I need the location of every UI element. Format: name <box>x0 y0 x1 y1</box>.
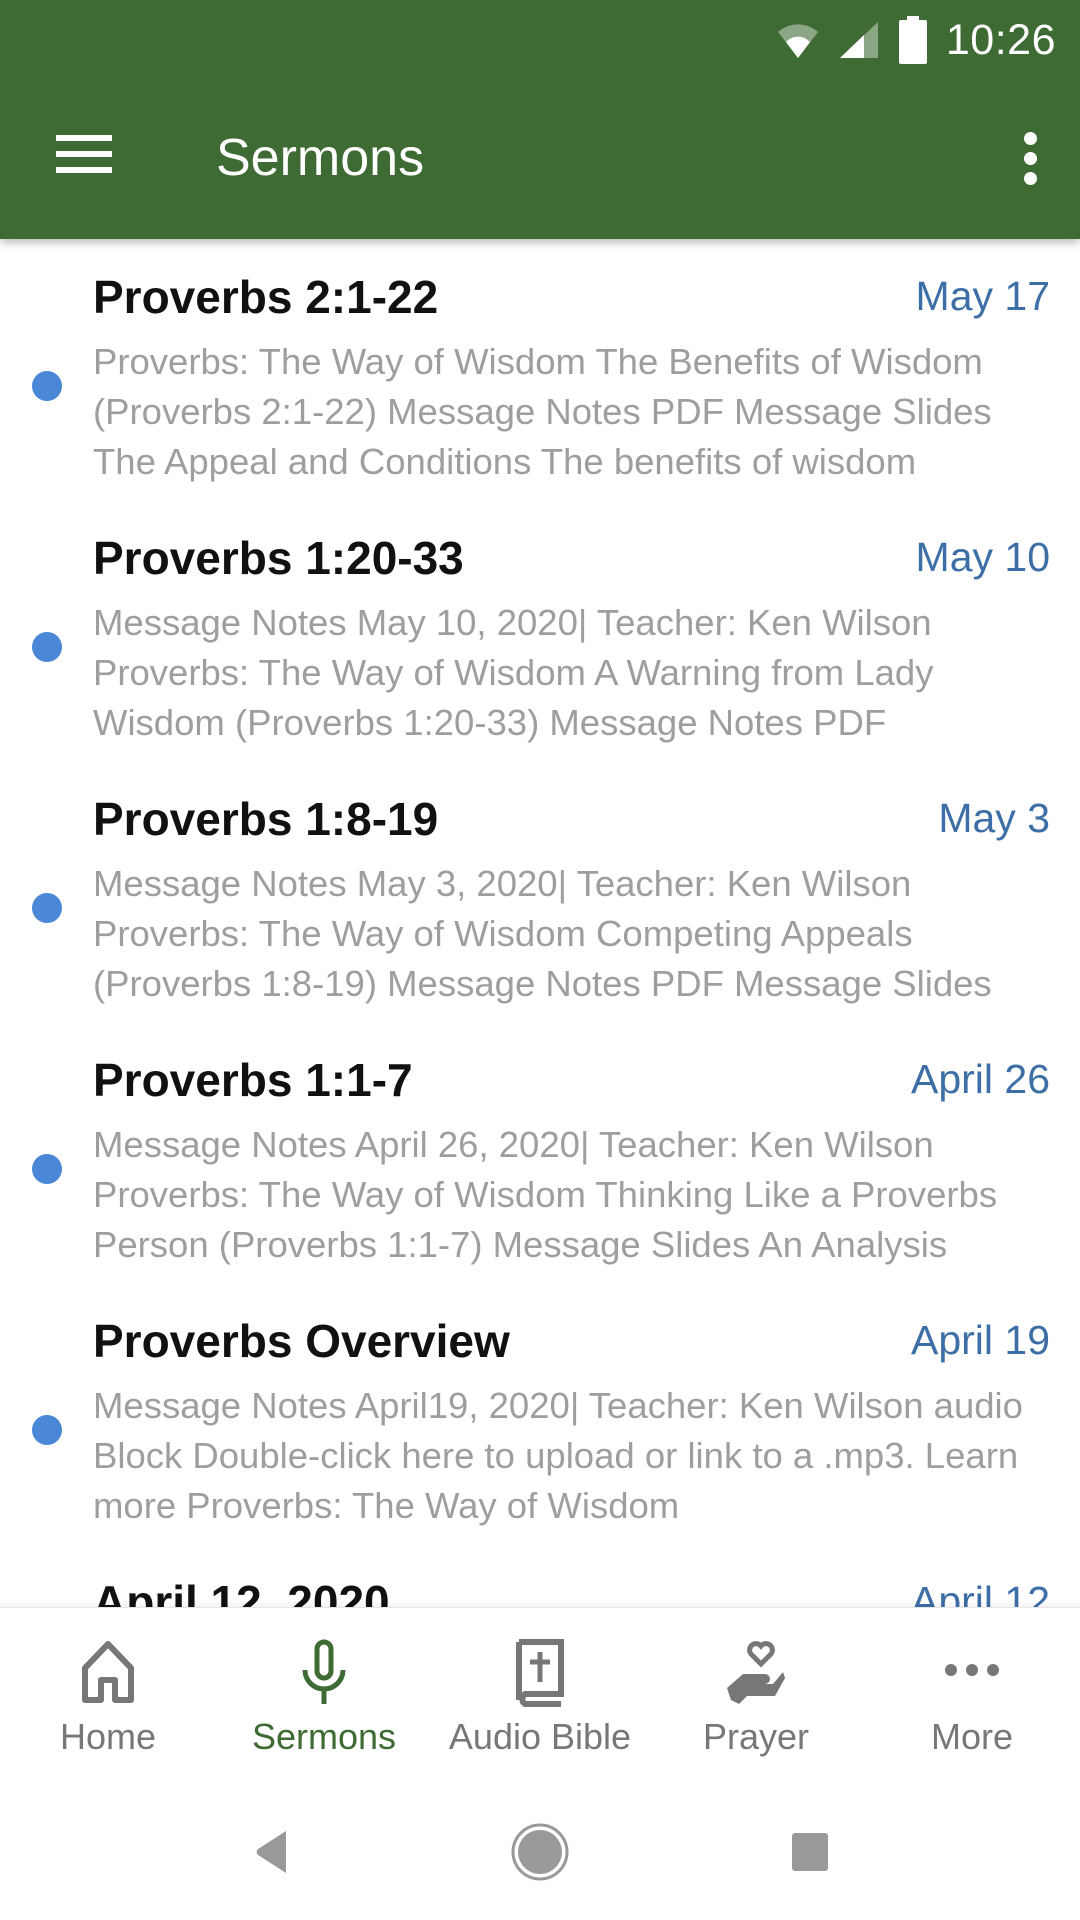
nav-label: Prayer <box>702 1716 810 1757</box>
nav-tab-more[interactable]: More <box>864 1608 1080 1783</box>
nav-tab-prayer[interactable]: Prayer <box>648 1608 864 1783</box>
home-icon <box>82 1641 134 1703</box>
unread-dot-icon <box>32 632 62 662</box>
sermon-title: Proverbs 1:1-7 <box>93 1054 413 1106</box>
sermon-title: April 12, 2020 <box>93 1576 390 1607</box>
system-navigation-bar <box>0 1782 1080 1920</box>
hamburger-menu-button[interactable] <box>40 125 114 185</box>
sermon-description: Message Notes April 26, 2020| Teacher: K… <box>93 1124 998 1265</box>
unread-dot-icon <box>32 893 62 923</box>
page-title: Sermons <box>216 129 425 187</box>
nav-label: Audio Bible <box>448 1716 632 1757</box>
bible-icon <box>516 1639 564 1707</box>
sermon-list-item[interactable]: Proverbs 2:1-22 May 17 Proverbs: The Way… <box>0 239 1080 500</box>
sermon-description: Message Notes May 3, 2020| Teacher: Ken … <box>93 863 992 1004</box>
sermon-title: Proverbs Overview <box>93 1315 510 1367</box>
battery-icon <box>898 16 927 64</box>
sermon-list-item[interactable]: April 12, 2020 April 12 <box>0 1544 1080 1607</box>
sermon-list[interactable]: Proverbs 2:1-22 May 17 Proverbs: The Way… <box>0 239 1080 1607</box>
unread-dot-icon <box>32 1415 62 1445</box>
sermon-date: May 3 <box>938 795 1050 841</box>
nav-tab-home[interactable]: Home <box>0 1608 216 1783</box>
recents-icon[interactable] <box>775 1817 845 1887</box>
sermon-date: April 12 <box>910 1578 1050 1607</box>
microphone-icon <box>302 1639 346 1704</box>
sermon-date: May 17 <box>915 273 1050 319</box>
nav-label: Sermons <box>251 1716 397 1757</box>
nav-label: Home <box>59 1716 157 1757</box>
sermon-date: April 19 <box>910 1317 1050 1363</box>
sermon-list-item[interactable]: Proverbs 1:1-7 April 26 Message Notes Ap… <box>0 1022 1080 1283</box>
wifi-icon <box>777 24 818 58</box>
sermon-description: Message Notes May 10, 2020| Teacher: Ken… <box>93 602 934 743</box>
nav-label: More <box>930 1716 1014 1757</box>
sermon-title: Proverbs 1:8-19 <box>93 793 439 845</box>
more-horiz-icon <box>945 1664 999 1676</box>
status-bar: 10:26 <box>776 10 1056 70</box>
overflow-menu-button[interactable] <box>1016 128 1046 188</box>
sermon-description: Proverbs: The Way of Wisdom The Benefits… <box>93 341 992 482</box>
sermon-list-item[interactable]: Proverbs Overview April 19 Message Notes… <box>0 1283 1080 1544</box>
nav-tab-sermons[interactable]: Sermons <box>216 1608 432 1783</box>
sermon-description: Message Notes April19, 2020| Teacher: Ke… <box>93 1385 1023 1526</box>
back-icon[interactable] <box>236 1817 306 1887</box>
bottom-navigation: Home Sermons Audio Bible Prayer More <box>0 1607 1080 1783</box>
nav-tab-audio-bible[interactable]: Audio Bible <box>432 1608 648 1783</box>
sermon-title: Proverbs 1:20-33 <box>93 532 464 584</box>
sermon-date: April 26 <box>910 1056 1050 1102</box>
sermon-list-item[interactable]: Proverbs 1:8-19 May 3 Message Notes May … <box>0 761 1080 1022</box>
unread-dot-icon <box>32 1154 62 1184</box>
unread-dot-icon <box>32 371 62 401</box>
app-bar: 10:26 Sermons <box>0 0 1080 239</box>
home-circle-icon[interactable] <box>505 1817 575 1887</box>
sermon-list-item[interactable]: Proverbs 1:20-33 May 10 Message Notes Ma… <box>0 500 1080 761</box>
cell-signal-icon <box>839 22 878 58</box>
sermon-date: May 10 <box>915 534 1050 580</box>
sermon-title: Proverbs 2:1-22 <box>93 271 439 323</box>
clock: 10:26 <box>945 15 1056 64</box>
prayer-hand-heart-icon <box>727 1641 785 1704</box>
